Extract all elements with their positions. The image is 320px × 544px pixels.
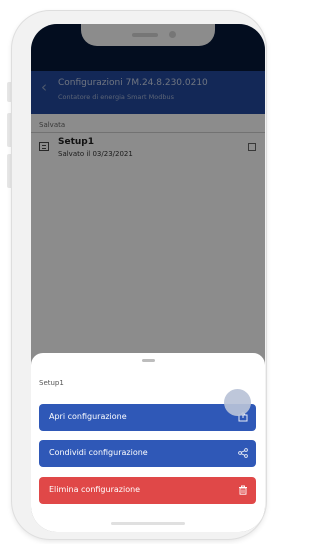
open-configuration-label: Apri configurazione [49, 412, 127, 421]
trash-icon [239, 485, 247, 495]
touch-indicator [224, 389, 251, 416]
open-configuration-button[interactable]: Apri configurazione [39, 404, 256, 431]
sheet-title: Setup1 [39, 379, 64, 387]
delete-configuration-label: Elimina configurazione [49, 485, 141, 494]
delete-configuration-button[interactable]: Elimina configurazione [39, 477, 256, 504]
sheet-drag-handle[interactable] [142, 359, 155, 362]
share-configuration-label: Condividi configurazione [49, 448, 148, 457]
home-indicator [111, 522, 185, 525]
share-icon [238, 448, 248, 458]
bottom-sheet: Setup1 Apri configurazione Condividi con… [31, 353, 265, 532]
share-configuration-button[interactable]: Condividi configurazione [39, 440, 256, 467]
phone-screen: ‹ Configurazioni 7M.24.8.230.0210 Contat… [31, 24, 265, 532]
